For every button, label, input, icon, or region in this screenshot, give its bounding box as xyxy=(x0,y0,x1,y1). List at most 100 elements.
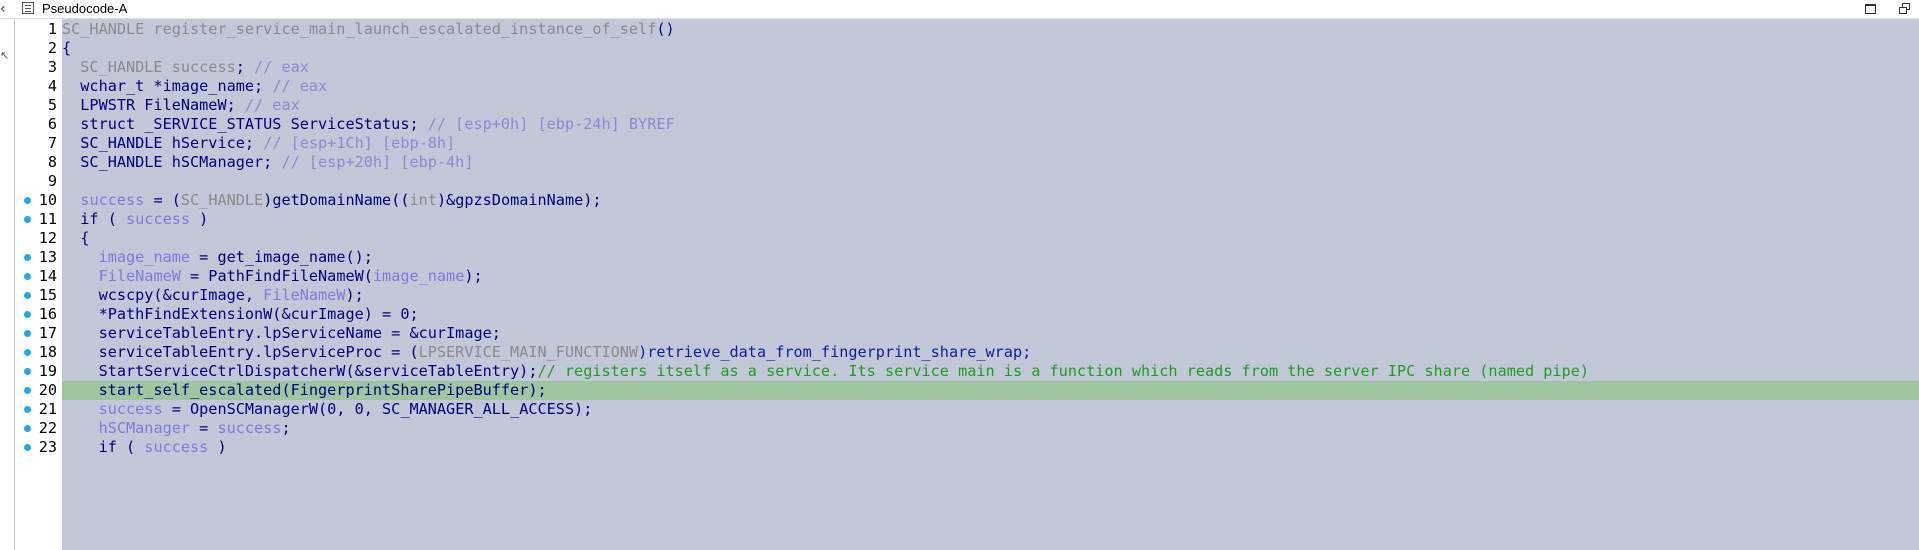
code-token[interactable]: success xyxy=(217,419,281,437)
gutter-line-2[interactable]: 2 xyxy=(15,39,62,58)
code-token[interactable]: start_self_escalated(FingerprintSharePip… xyxy=(62,381,547,399)
code-token[interactable]: = xyxy=(190,419,217,437)
gutter-line-6[interactable]: 6 xyxy=(15,115,62,134)
breakpoint-dot-icon[interactable] xyxy=(24,254,31,261)
restore-window-icon[interactable] xyxy=(1863,1,1879,17)
code-text[interactable]: start_self_escalated(FingerprintSharePip… xyxy=(62,381,547,400)
code-line-3[interactable]: SC_HANDLE success; // eax xyxy=(62,58,1919,77)
gutter-line-22[interactable]: 22 xyxy=(15,419,62,438)
gutter-line-5[interactable]: 5 xyxy=(15,96,62,115)
code-token[interactable]: )&gpzsDomainName); xyxy=(437,191,602,209)
code-line-22[interactable]: hSCManager = success; xyxy=(62,419,1919,438)
code-token[interactable]: // registers itself as a service. Its se… xyxy=(537,362,1589,380)
code-line-5[interactable]: LPWSTR FileNameW; // eax xyxy=(62,96,1919,115)
gutter-line-16[interactable]: 16 xyxy=(15,305,62,324)
gutter-line-12[interactable]: 12 xyxy=(15,229,62,248)
code-token[interactable]: ) xyxy=(208,438,226,456)
breakpoint-dot-icon[interactable] xyxy=(24,330,31,337)
code-token[interactable]: = ( xyxy=(144,191,180,209)
code-token[interactable]: )retrieve_data_from_fingerprint_share_wr… xyxy=(638,343,1031,361)
code-line-17[interactable]: serviceTableEntry.lpServiceName = &curIm… xyxy=(62,324,1919,343)
code-text[interactable]: SC_HANDLE success; // eax xyxy=(62,58,309,77)
breakpoint-dot-icon[interactable] xyxy=(24,387,31,394)
code-text[interactable]: LPWSTR FileNameW; // eax xyxy=(62,96,299,115)
breakpoint-dot-icon[interactable] xyxy=(24,197,31,204)
code-token[interactable]: = get_image_name(); xyxy=(190,248,373,266)
code-text[interactable]: image_name = get_image_name(); xyxy=(62,248,373,267)
code-line-12[interactable]: { xyxy=(62,229,1919,248)
code-line-6[interactable]: struct _SERVICE_STATUS ServiceStatus; //… xyxy=(62,115,1919,134)
code-token[interactable]: = OpenSCManagerW(0, 0, SC_MANAGER_ALL_AC… xyxy=(163,400,593,418)
code-token[interactable]: if ( xyxy=(62,210,126,228)
gutter-line-8[interactable]: 8 xyxy=(15,153,62,172)
code-token[interactable]: struct _SERVICE_STATUS ServiceStatus; xyxy=(62,115,428,133)
code-text[interactable]: { xyxy=(62,39,71,58)
code-token[interactable]: ) xyxy=(190,210,208,228)
code-text[interactable]: { xyxy=(62,229,89,248)
gutter-line-1[interactable]: 1 xyxy=(15,20,62,39)
pseudocode-editor[interactable]: SC_HANDLE register_service_main_launch_e… xyxy=(62,19,1919,550)
breakpoint-dot-icon[interactable] xyxy=(24,406,31,413)
gutter-line-13[interactable]: 13 xyxy=(15,248,62,267)
code-token[interactable]: success xyxy=(144,438,208,456)
code-line-16[interactable]: *PathFindExtensionW(&curImage) = 0; xyxy=(62,305,1919,324)
breakpoint-dot-icon[interactable] xyxy=(24,216,31,223)
breakpoint-dot-icon[interactable] xyxy=(24,368,31,375)
left-collapse-strip[interactable]: ↖ xyxy=(0,19,15,550)
code-token[interactable]: LPWSTR FileNameW; xyxy=(62,96,245,114)
code-text[interactable]: success = (SC_HANDLE)getDomainName((int)… xyxy=(62,191,602,210)
code-token[interactable]: LPSERVICE_MAIN_FUNCTIONW xyxy=(419,343,638,361)
code-token[interactable]: success xyxy=(80,191,144,209)
code-token[interactable]: *PathFindExtensionW(&curImage) = 0; xyxy=(62,305,419,323)
code-token[interactable]: success xyxy=(126,210,190,228)
gutter-line-7[interactable]: 7 xyxy=(15,134,62,153)
code-text[interactable]: *PathFindExtensionW(&curImage) = 0; xyxy=(62,305,419,324)
code-token[interactable]: // [esp+20h] [ebp-4h] xyxy=(281,153,473,171)
code-token[interactable]: SC_HANDLE success xyxy=(62,58,235,76)
gutter-line-23[interactable]: 23 xyxy=(15,438,62,457)
code-token[interactable]: wchar_t *image_name; xyxy=(62,77,272,95)
code-token[interactable]: wcscpy(&curImage, xyxy=(62,286,263,304)
code-line-7[interactable]: SC_HANDLE hService; // [esp+1Ch] [ebp-8h… xyxy=(62,134,1919,153)
code-text[interactable]: SC_HANDLE hService; // [esp+1Ch] [ebp-8h… xyxy=(62,134,455,153)
code-text[interactable]: StartServiceCtrlDispatcherW(&serviceTabl… xyxy=(62,362,1589,381)
code-token[interactable]: ; xyxy=(281,419,290,437)
code-token[interactable]: // eax xyxy=(254,58,309,76)
code-text[interactable]: wcscpy(&curImage, FileNameW); xyxy=(62,286,364,305)
gutter-line-11[interactable]: 11 xyxy=(15,210,62,229)
code-token[interactable] xyxy=(62,248,99,266)
code-token[interactable]: FileNameW xyxy=(263,286,345,304)
code-line-9[interactable] xyxy=(62,172,1919,191)
code-line-1[interactable]: SC_HANDLE register_service_main_launch_e… xyxy=(62,20,1919,39)
gutter-line-9[interactable]: 9 xyxy=(15,172,62,191)
code-token[interactable]: image_name xyxy=(373,267,464,285)
code-line-2[interactable]: { xyxy=(62,39,1919,58)
code-token[interactable]: SC_HANDLE xyxy=(181,191,263,209)
breakpoint-dot-icon[interactable] xyxy=(24,444,31,451)
gutter-line-15[interactable]: 15 xyxy=(15,286,62,305)
breakpoint-dot-icon[interactable] xyxy=(24,273,31,280)
gutter-line-3[interactable]: 3 xyxy=(15,58,62,77)
code-token[interactable]: serviceTableEntry.lpServiceName = &curIm… xyxy=(62,324,501,342)
code-token[interactable]: serviceTableEntry.lpServiceProc = ( xyxy=(62,343,419,361)
gutter-line-17[interactable]: 17 xyxy=(15,324,62,343)
code-line-11[interactable]: if ( success ) xyxy=(62,210,1919,229)
code-line-21[interactable]: success = OpenSCManagerW(0, 0, SC_MANAGE… xyxy=(62,400,1919,419)
code-token[interactable] xyxy=(62,419,99,437)
code-line-10[interactable]: success = (SC_HANDLE)getDomainName((int)… xyxy=(62,191,1919,210)
code-token[interactable] xyxy=(62,191,80,209)
code-token[interactable]: { xyxy=(62,39,71,57)
code-line-18[interactable]: serviceTableEntry.lpServiceProc = (LPSER… xyxy=(62,343,1919,362)
code-token[interactable] xyxy=(62,267,99,285)
code-text[interactable]: SC_HANDLE register_service_main_launch_e… xyxy=(62,20,675,39)
code-line-20[interactable]: start_self_escalated(FingerprintSharePip… xyxy=(62,381,1919,400)
gutter-line-10[interactable]: 10 xyxy=(15,191,62,210)
code-text[interactable]: hSCManager = success; xyxy=(62,419,291,438)
code-token[interactable]: // [esp+1Ch] [ebp-8h] xyxy=(263,134,455,152)
code-token[interactable]: image_name xyxy=(99,248,190,266)
gutter-line-18[interactable]: 18 xyxy=(15,343,62,362)
breakpoint-dot-icon[interactable] xyxy=(24,292,31,299)
code-token[interactable]: SC_HANDLE hService; xyxy=(62,134,263,152)
code-token[interactable]: SC_HANDLE hSCManager; xyxy=(62,153,281,171)
gutter-line-21[interactable]: 21 xyxy=(15,400,62,419)
